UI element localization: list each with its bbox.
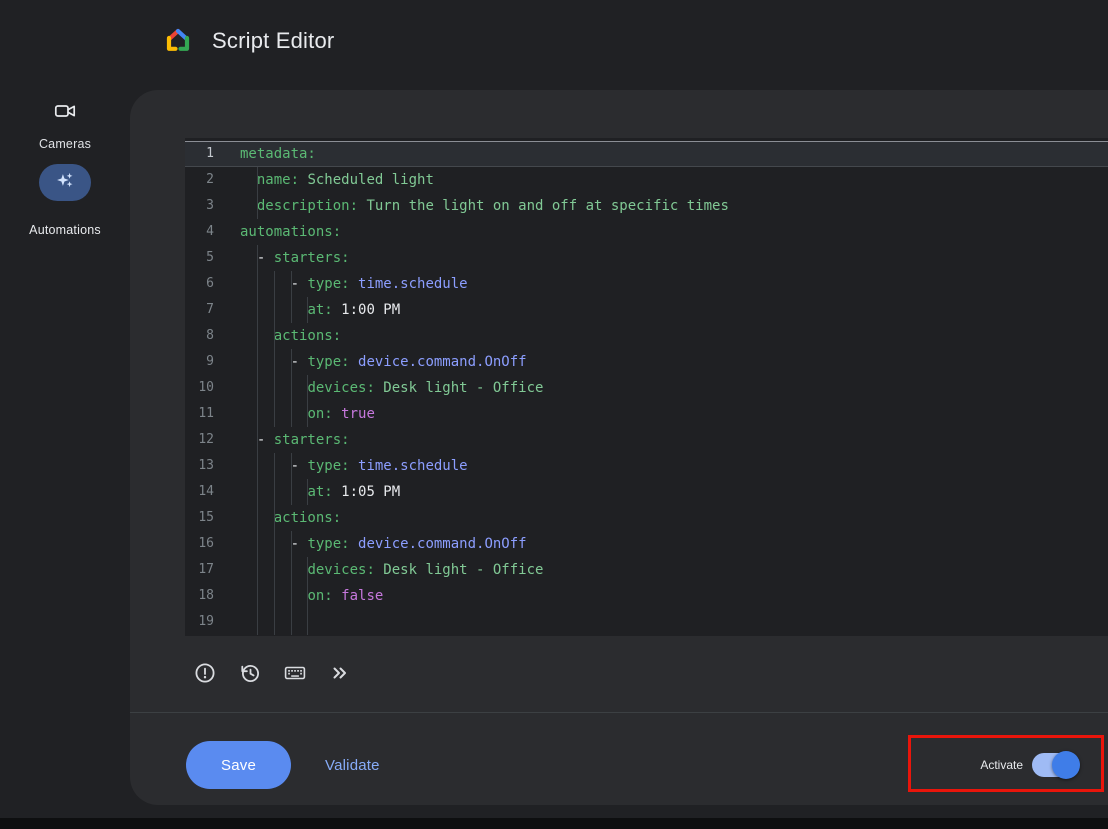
code-line[interactable]: 5 - starters: (185, 245, 1108, 271)
code-text: devices: Desk light - Office (240, 557, 1108, 583)
line-number: 7 (185, 297, 240, 323)
code-text: at: 1:00 PM (240, 297, 1108, 323)
code-line[interactable]: 9 - type: device.command.OnOff (185, 349, 1108, 375)
keyboard-shortcuts-button[interactable] (278, 656, 312, 690)
code-text: - type: time.schedule (240, 271, 1108, 297)
code-text: on: false (240, 583, 1108, 609)
line-number: 2 (185, 167, 240, 193)
error-outline-icon (193, 661, 217, 685)
activate-label: Activate (980, 758, 1023, 772)
line-number: 4 (185, 219, 240, 245)
code-line[interactable]: 1metadata: (185, 141, 1108, 167)
line-number: 17 (185, 557, 240, 583)
videocam-icon (53, 99, 77, 123)
line-number: 14 (185, 479, 240, 505)
code-line[interactable]: 7 at: 1:00 PM (185, 297, 1108, 323)
code-line[interactable]: 11 on: true (185, 401, 1108, 427)
code-text (240, 609, 1108, 635)
line-number: 6 (185, 271, 240, 297)
code-text: name: Scheduled light (240, 167, 1108, 193)
line-number: 9 (185, 349, 240, 375)
footer-divider (130, 712, 1108, 713)
double-chevron-right-icon (328, 661, 352, 685)
code-text: automations: (240, 219, 1108, 245)
line-number: 18 (185, 583, 240, 609)
line-number: 8 (185, 323, 240, 349)
code-line[interactable]: 19 (185, 609, 1108, 635)
code-line[interactable]: 15 actions: (185, 505, 1108, 531)
code-text: description: Turn the light on and off a… (240, 193, 1108, 219)
code-line[interactable]: 8 actions: (185, 323, 1108, 349)
line-number: 13 (185, 453, 240, 479)
script-editor-panel: 1metadata:2 name: Scheduled light3 descr… (130, 90, 1108, 805)
sidebar-item-automations[interactable]: Automations (0, 164, 130, 237)
line-number: 15 (185, 505, 240, 531)
code-line[interactable]: 18 on: false (185, 583, 1108, 609)
selected-pill (39, 164, 91, 201)
code-text: actions: (240, 323, 1108, 349)
code-text: - starters: (240, 427, 1108, 453)
line-number: 5 (185, 245, 240, 271)
code-line[interactable]: 2 name: Scheduled light (185, 167, 1108, 193)
sidebar-item-cameras[interactable]: Cameras (0, 96, 130, 151)
code-line[interactable]: 12 - starters: (185, 427, 1108, 453)
code-line[interactable]: 6 - type: time.schedule (185, 271, 1108, 297)
code-text: actions: (240, 505, 1108, 531)
editor-toolbar (188, 656, 357, 690)
code-line[interactable]: 10 devices: Desk light - Office (185, 375, 1108, 401)
activate-toggle[interactable] (1032, 753, 1078, 777)
page-title: Script Editor (212, 28, 334, 54)
history-button[interactable] (233, 656, 267, 690)
line-number: 19 (185, 609, 240, 635)
code-editor[interactable]: 1metadata:2 name: Scheduled light3 descr… (185, 138, 1108, 636)
code-lines: 1metadata:2 name: Scheduled light3 descr… (185, 141, 1108, 635)
problems-button[interactable] (188, 656, 222, 690)
code-line[interactable]: 14 at: 1:05 PM (185, 479, 1108, 505)
line-number: 16 (185, 531, 240, 557)
code-line[interactable]: 17 devices: Desk light - Office (185, 557, 1108, 583)
code-line[interactable]: 3 description: Turn the light on and off… (185, 193, 1108, 219)
code-text: - type: device.command.OnOff (240, 349, 1108, 375)
line-number: 11 (185, 401, 240, 427)
code-text: - starters: (240, 245, 1108, 271)
code-line[interactable]: 4automations: (185, 219, 1108, 245)
line-number: 1 (185, 141, 240, 167)
code-text: on: true (240, 401, 1108, 427)
keyboard-icon (283, 661, 307, 685)
validate-button[interactable]: Validate (313, 741, 392, 789)
code-text: metadata: (240, 141, 1108, 167)
expand-toolbar-button[interactable] (323, 656, 357, 690)
line-number: 12 (185, 427, 240, 453)
sidebar-item-label: Cameras (0, 137, 130, 151)
sparkle-icon (55, 170, 75, 195)
toggle-knob (1052, 751, 1080, 779)
line-number: 10 (185, 375, 240, 401)
line-number: 3 (185, 193, 240, 219)
code-line[interactable]: 13 - type: time.schedule (185, 453, 1108, 479)
google-home-logo-icon[interactable] (163, 26, 193, 56)
code-text: at: 1:05 PM (240, 479, 1108, 505)
save-button[interactable]: Save (186, 741, 291, 789)
code-text: - type: time.schedule (240, 453, 1108, 479)
activate-control: Activate (980, 741, 1078, 789)
window-bottom-edge (0, 818, 1108, 829)
code-line[interactable]: 16 - type: device.command.OnOff (185, 531, 1108, 557)
code-text: - type: device.command.OnOff (240, 531, 1108, 557)
code-text: devices: Desk light - Office (240, 375, 1108, 401)
history-icon (238, 661, 262, 685)
sidebar-item-label: Automations (0, 223, 130, 237)
